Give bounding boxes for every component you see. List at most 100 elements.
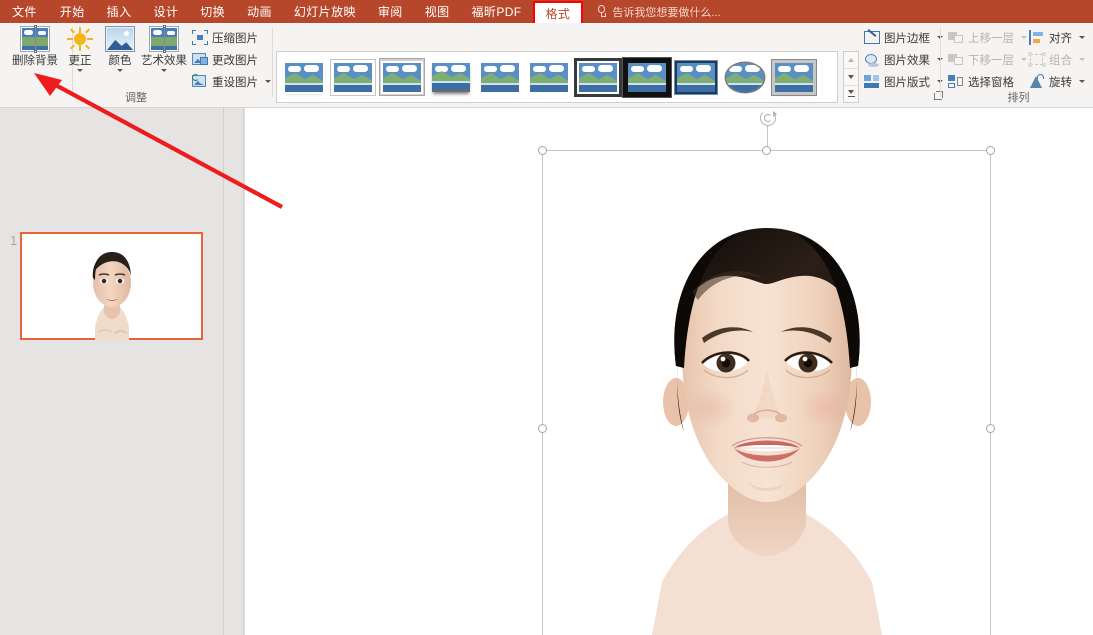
group-command[interactable]: 组合 <box>1029 50 1085 69</box>
selection-handle-top-center[interactable] <box>762 146 771 155</box>
tab-insert-label: 插入 <box>107 3 132 20</box>
remove-background-button[interactable]: 删除背景 <box>4 26 66 68</box>
tab-foxit-pdf[interactable]: 福昕PDF <box>461 0 533 23</box>
picture-style-item[interactable] <box>722 58 768 96</box>
picture-style-item[interactable] <box>575 58 621 96</box>
selection-pane-command[interactable]: 选择窗格 <box>948 72 1014 91</box>
slide-thumbnail-panel[interactable]: 1 <box>0 108 224 635</box>
selection-handle-top-right[interactable] <box>986 146 995 155</box>
picture-style-item[interactable] <box>771 58 817 96</box>
tab-insert[interactable]: 插入 <box>96 0 143 23</box>
tab-format-label: 格式 <box>546 5 571 22</box>
align-command[interactable]: 对齐 <box>1029 28 1085 47</box>
picture-style-item[interactable] <box>673 58 719 96</box>
picture-style-item[interactable] <box>428 58 474 96</box>
tab-design-label: 设计 <box>153 3 178 20</box>
tab-design[interactable]: 设计 <box>142 0 189 23</box>
chevron-down-icon[interactable] <box>161 69 167 72</box>
compress-picture-icon <box>192 30 208 45</box>
send-backward-icon <box>948 52 964 67</box>
picture-style-item-selected[interactable] <box>379 58 425 96</box>
selection-pane-label: 选择窗格 <box>968 74 1014 90</box>
picture-layout-command[interactable]: 图片版式 <box>864 72 943 91</box>
compress-picture-command[interactable]: 压缩图片 <box>192 28 258 47</box>
chevron-down-icon[interactable] <box>1021 36 1027 39</box>
chevron-down-icon[interactable] <box>265 80 271 83</box>
reset-picture-icon <box>192 74 208 89</box>
tab-home[interactable]: 开始 <box>49 0 96 23</box>
corrections-button[interactable]: 更正 <box>58 26 102 72</box>
picture-layout-label: 图片版式 <box>884 74 930 90</box>
picture-styles-gallery[interactable] <box>276 51 838 103</box>
tab-slideshow-label: 幻灯片放映 <box>294 3 356 20</box>
picture-style-item[interactable] <box>330 58 376 96</box>
tab-transitions[interactable]: 切换 <box>189 0 236 23</box>
picture-border-command[interactable]: 图片边框 <box>864 28 943 47</box>
scroll-up-arrow-icon <box>848 58 854 62</box>
tab-animations[interactable]: 动画 <box>236 0 283 23</box>
tab-view[interactable]: 视图 <box>414 0 461 23</box>
tell-me-search[interactable]: 告诉我您想要做什么... <box>583 0 720 23</box>
chevron-down-icon[interactable] <box>117 69 123 72</box>
gallery-more-button[interactable] <box>844 86 858 102</box>
rotate-handle-icon[interactable] <box>760 110 776 126</box>
selection-handle-middle-left[interactable] <box>538 424 547 433</box>
change-picture-label: 更改图片 <box>212 52 258 68</box>
picture-layout-icon <box>864 74 880 89</box>
slide-number-label: 1 <box>10 233 17 248</box>
rotate-label: 旋转 <box>1049 74 1072 90</box>
ribbon-group-adjust: 删除背景 更正 <box>0 23 272 108</box>
align-label: 对齐 <box>1049 30 1072 46</box>
tab-review[interactable]: 审阅 <box>367 0 414 23</box>
send-backward-command[interactable]: 下移一层 <box>948 50 1027 69</box>
artistic-effects-icon <box>149 26 179 52</box>
ribbon-tab-bar: 文件 开始 插入 设计 切换 动画 幻灯片放映 审阅 视图 福昕PDF 格式 告… <box>0 0 1093 23</box>
bring-forward-label: 上移一层 <box>968 30 1014 46</box>
tab-format[interactable]: 格式 <box>533 1 584 23</box>
reset-picture-label: 重设图片 <box>212 74 258 90</box>
gallery-scroll-down-button[interactable] <box>844 69 858 86</box>
tab-home-label: 开始 <box>60 3 85 20</box>
picture-styles-dialog-launcher[interactable] <box>934 91 944 101</box>
group-divider <box>940 27 941 97</box>
picture-effects-label: 图片效果 <box>884 52 930 68</box>
chevron-down-icon[interactable] <box>77 69 83 72</box>
change-picture-command[interactable]: 更改图片 <box>192 50 258 69</box>
portrait-picture[interactable] <box>542 152 992 635</box>
lightbulb-icon <box>596 5 607 18</box>
gallery-scroll-controls[interactable] <box>843 51 859 103</box>
artistic-effects-button[interactable]: 艺术效果 <box>136 26 192 72</box>
chevron-down-icon[interactable] <box>1021 58 1027 61</box>
tell-me-placeholder: 告诉我您想要做什么... <box>612 4 720 20</box>
send-backward-label: 下移一层 <box>968 52 1014 68</box>
chevron-down-icon[interactable] <box>1079 58 1085 61</box>
picture-style-item[interactable] <box>526 58 572 96</box>
chevron-down-icon[interactable] <box>1079 80 1085 83</box>
group-label-arrange: 排列 <box>944 89 1093 105</box>
group-divider <box>272 27 273 97</box>
picture-style-item[interactable] <box>477 58 523 96</box>
picture-style-item[interactable] <box>624 58 670 96</box>
rotate-command[interactable]: 旋转 <box>1029 72 1085 91</box>
tab-slideshow[interactable]: 幻灯片放映 <box>283 0 367 23</box>
picture-style-item[interactable] <box>281 58 327 96</box>
gallery-scroll-up-button[interactable] <box>844 52 858 69</box>
compress-picture-label: 压缩图片 <box>212 30 258 46</box>
slide-thumbnail-1[interactable] <box>20 232 203 340</box>
change-picture-icon <box>192 52 208 67</box>
tab-foxit-pdf-label: 福昕PDF <box>472 3 522 20</box>
workspace: 1 <box>0 108 1093 635</box>
slide-canvas[interactable] <box>245 108 1093 635</box>
selection-handle-middle-right[interactable] <box>986 424 995 433</box>
corrections-sun-icon <box>65 26 95 52</box>
picture-effects-command[interactable]: 图片效果 <box>864 50 943 69</box>
chevron-down-icon[interactable] <box>1079 36 1085 39</box>
remove-background-icon <box>20 26 50 52</box>
tab-file[interactable]: 文件 <box>0 0 49 23</box>
selection-edge-right <box>990 150 991 635</box>
selection-handle-top-left[interactable] <box>538 146 547 155</box>
corrections-label: 更正 <box>69 55 92 68</box>
ribbon: 删除背景 更正 <box>0 23 1093 108</box>
bring-forward-command[interactable]: 上移一层 <box>948 28 1027 47</box>
bring-forward-icon <box>948 30 964 45</box>
